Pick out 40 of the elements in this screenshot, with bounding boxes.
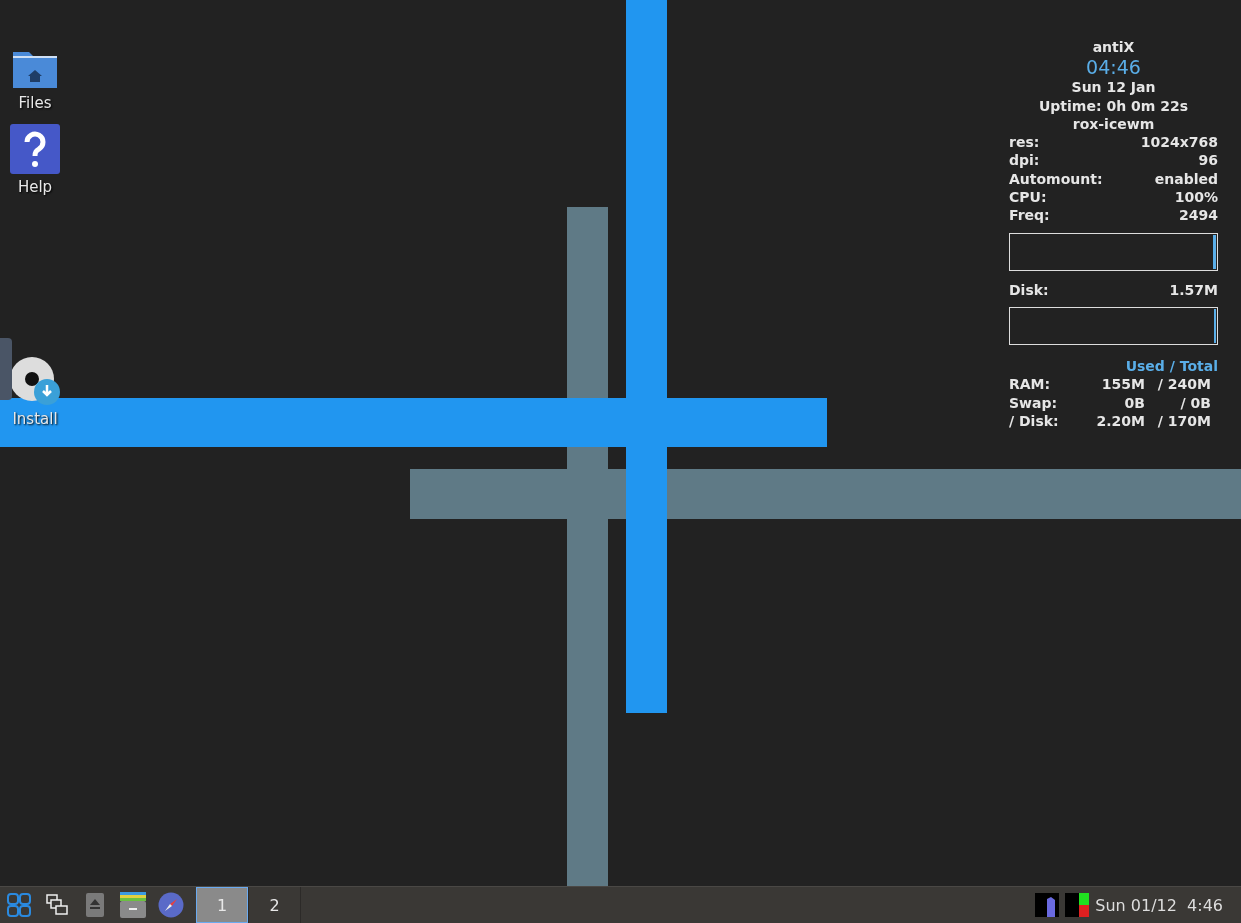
eject-icon [86,893,104,917]
conky-uptime: Uptime: 0h 0m 22s [1037,96,1189,115]
stat-label: res: [1009,133,1040,152]
memory-total: / 240M [1156,375,1211,394]
conky-date: Sun 12 Jan [1070,78,1157,97]
windows-icon [46,894,68,916]
stat-value: 96 [1198,151,1218,170]
stat-value: 2494 [1179,206,1218,225]
disk-label: Disk: [1009,280,1049,299]
stat-label: Freq: [1009,206,1050,225]
conky-time: 04:46 [1085,56,1142,79]
stat-value: 1024x768 [1140,133,1218,152]
help-icon [10,124,60,174]
memory-total: / 0B [1179,393,1211,412]
memory-used: 155M [1100,375,1145,394]
conky-session: rox-icewm [1071,114,1156,134]
memory-used: 0B [1123,393,1145,412]
memory-label: / Disk: [1009,411,1060,431]
memory-total: / 170M [1156,411,1211,431]
cpu-monitor-icon [1035,893,1060,917]
memory-monitor-icon [1065,893,1090,917]
compass-icon [158,892,184,918]
memory-header: Used / Total [1124,356,1218,376]
grid-icon [7,893,31,917]
disk-value: 1.57M [1169,280,1218,299]
side-panel-handle[interactable] [0,338,12,400]
memory-label: Swap: [1009,393,1059,412]
stat-label: dpi: [1009,151,1040,170]
memory-used: 2.20M [1095,411,1145,431]
memory-label: RAM: [1009,375,1052,394]
stat-label: Automount: [1009,169,1103,189]
desktop-icon-label[interactable]: Help [17,178,53,196]
conky-title: antiX [1091,38,1136,57]
stat-value: 100% [1174,188,1218,207]
disc-download-icon [9,356,61,406]
taskbar-clock[interactable]: Sun 01/12 4:46 [1095,895,1223,915]
stat-value: enabled [1154,169,1218,189]
desktop-icon-label[interactable]: Files [18,94,52,112]
stat-label: CPU: [1009,188,1047,207]
file-cabinet-icon [120,892,146,918]
